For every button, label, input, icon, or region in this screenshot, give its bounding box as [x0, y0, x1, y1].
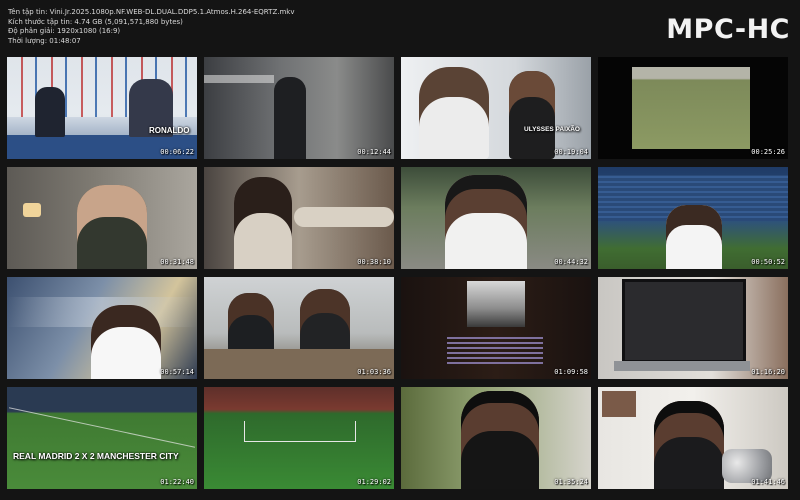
player-standing	[666, 205, 722, 269]
woman-interviewee	[234, 177, 292, 269]
laptop-base	[614, 361, 750, 371]
table-top	[294, 207, 394, 227]
thumbnail-16[interactable]: 01:41:46	[598, 387, 788, 489]
timestamp: 01:29:02	[357, 478, 391, 486]
thumbnail-8[interactable]: 00:50:52	[598, 167, 788, 269]
thumbnail-1[interactable]: RONALDO 00:06:22	[7, 57, 197, 159]
file-name: Tên tập tin: Vini.Jr.2025.1080p.NF.WEB-D…	[8, 8, 295, 16]
caption-text: ULYSSES PAIXÃO	[524, 126, 580, 133]
archive-footage	[632, 67, 750, 149]
social-post-image	[467, 281, 525, 327]
woman-interviewee	[509, 71, 555, 159]
man-in-cap	[445, 175, 527, 269]
pitch-line	[8, 407, 196, 448]
timestamp: 00:44:32	[554, 258, 588, 266]
lamp	[23, 203, 41, 217]
person-left	[228, 293, 274, 353]
file-info: Tên tập tin: Vini.Jr.2025.1080p.NF.WEB-D…	[8, 8, 294, 46]
person-left	[35, 87, 65, 137]
timestamp: 01:22:40	[160, 478, 194, 486]
timestamp: 01:35:24	[554, 478, 588, 486]
man-interviewee	[77, 185, 147, 269]
timestamp: 00:06:22	[160, 148, 194, 156]
thumbnail-13[interactable]: REAL MADRID 2 X 2 MANCHESTER CITY 01:22:…	[7, 387, 197, 489]
wall-art	[602, 391, 636, 417]
person-right	[300, 289, 350, 353]
thumbnail-7[interactable]: 00:44:32	[401, 167, 591, 269]
timestamp: 00:57:14	[160, 368, 194, 376]
thumbnail-grid: RONALDO 00:06:22 00:12:44 ULYSSES PAIXÃO…	[7, 57, 788, 489]
thumbnail-3[interactable]: ULYSSES PAIXÃO 00:19:04	[401, 57, 591, 159]
laptop-screen	[622, 279, 746, 363]
man-in-cap	[654, 401, 724, 489]
timestamp: 01:41:46	[751, 478, 785, 486]
thumbnail-4[interactable]: 00:25:26	[598, 57, 788, 159]
thumbnail-2[interactable]: 00:12:44	[204, 57, 394, 159]
file-size: Kích thước tập tin: 4.74 GB (5,091,571,8…	[8, 17, 183, 26]
mpc-hc-logo: MPC-HC	[666, 14, 790, 45]
goal-area	[244, 421, 356, 442]
caption-text: REAL MADRID 2 X 2 MANCHESTER CITY	[13, 451, 179, 461]
timestamp: 01:09:58	[554, 368, 588, 376]
video-resolution: Độ phân giải: 1920x1080 (16:9)	[8, 27, 121, 36]
timestamp: 00:31:48	[160, 258, 194, 266]
timestamp: 01:16:20	[751, 368, 785, 376]
thumbnail-15[interactable]: 01:35:24	[401, 387, 591, 489]
man-interviewee	[419, 67, 489, 159]
player-celebrating	[91, 305, 161, 379]
timestamp: 01:03:36	[357, 368, 391, 376]
thumbnail-10[interactable]: 01:03:36	[204, 277, 394, 379]
social-post-text	[447, 337, 543, 365]
man-in-cap	[461, 391, 539, 489]
timestamp: 00:19:04	[554, 148, 588, 156]
person-silhouette	[274, 77, 306, 159]
thumbnail-6[interactable]: 00:38:10	[204, 167, 394, 269]
thumbnail-5[interactable]: 00:31:48	[7, 167, 197, 269]
timestamp: 00:38:10	[357, 258, 391, 266]
video-duration: Thời lượng: 01:48:07	[8, 36, 81, 45]
caption-text: RONALDO	[149, 126, 190, 135]
thumbnail-12[interactable]: 01:16:20	[598, 277, 788, 379]
thumbnail-11[interactable]: 01:09:58	[401, 277, 591, 379]
thumbnail-9[interactable]: 00:57:14	[7, 277, 197, 379]
timestamp: 00:50:52	[751, 258, 785, 266]
timestamp: 00:12:44	[357, 148, 391, 156]
timestamp: 00:25:26	[751, 148, 785, 156]
ceiling-light	[204, 75, 274, 83]
thumbnail-14[interactable]: 01:29:02	[204, 387, 394, 489]
